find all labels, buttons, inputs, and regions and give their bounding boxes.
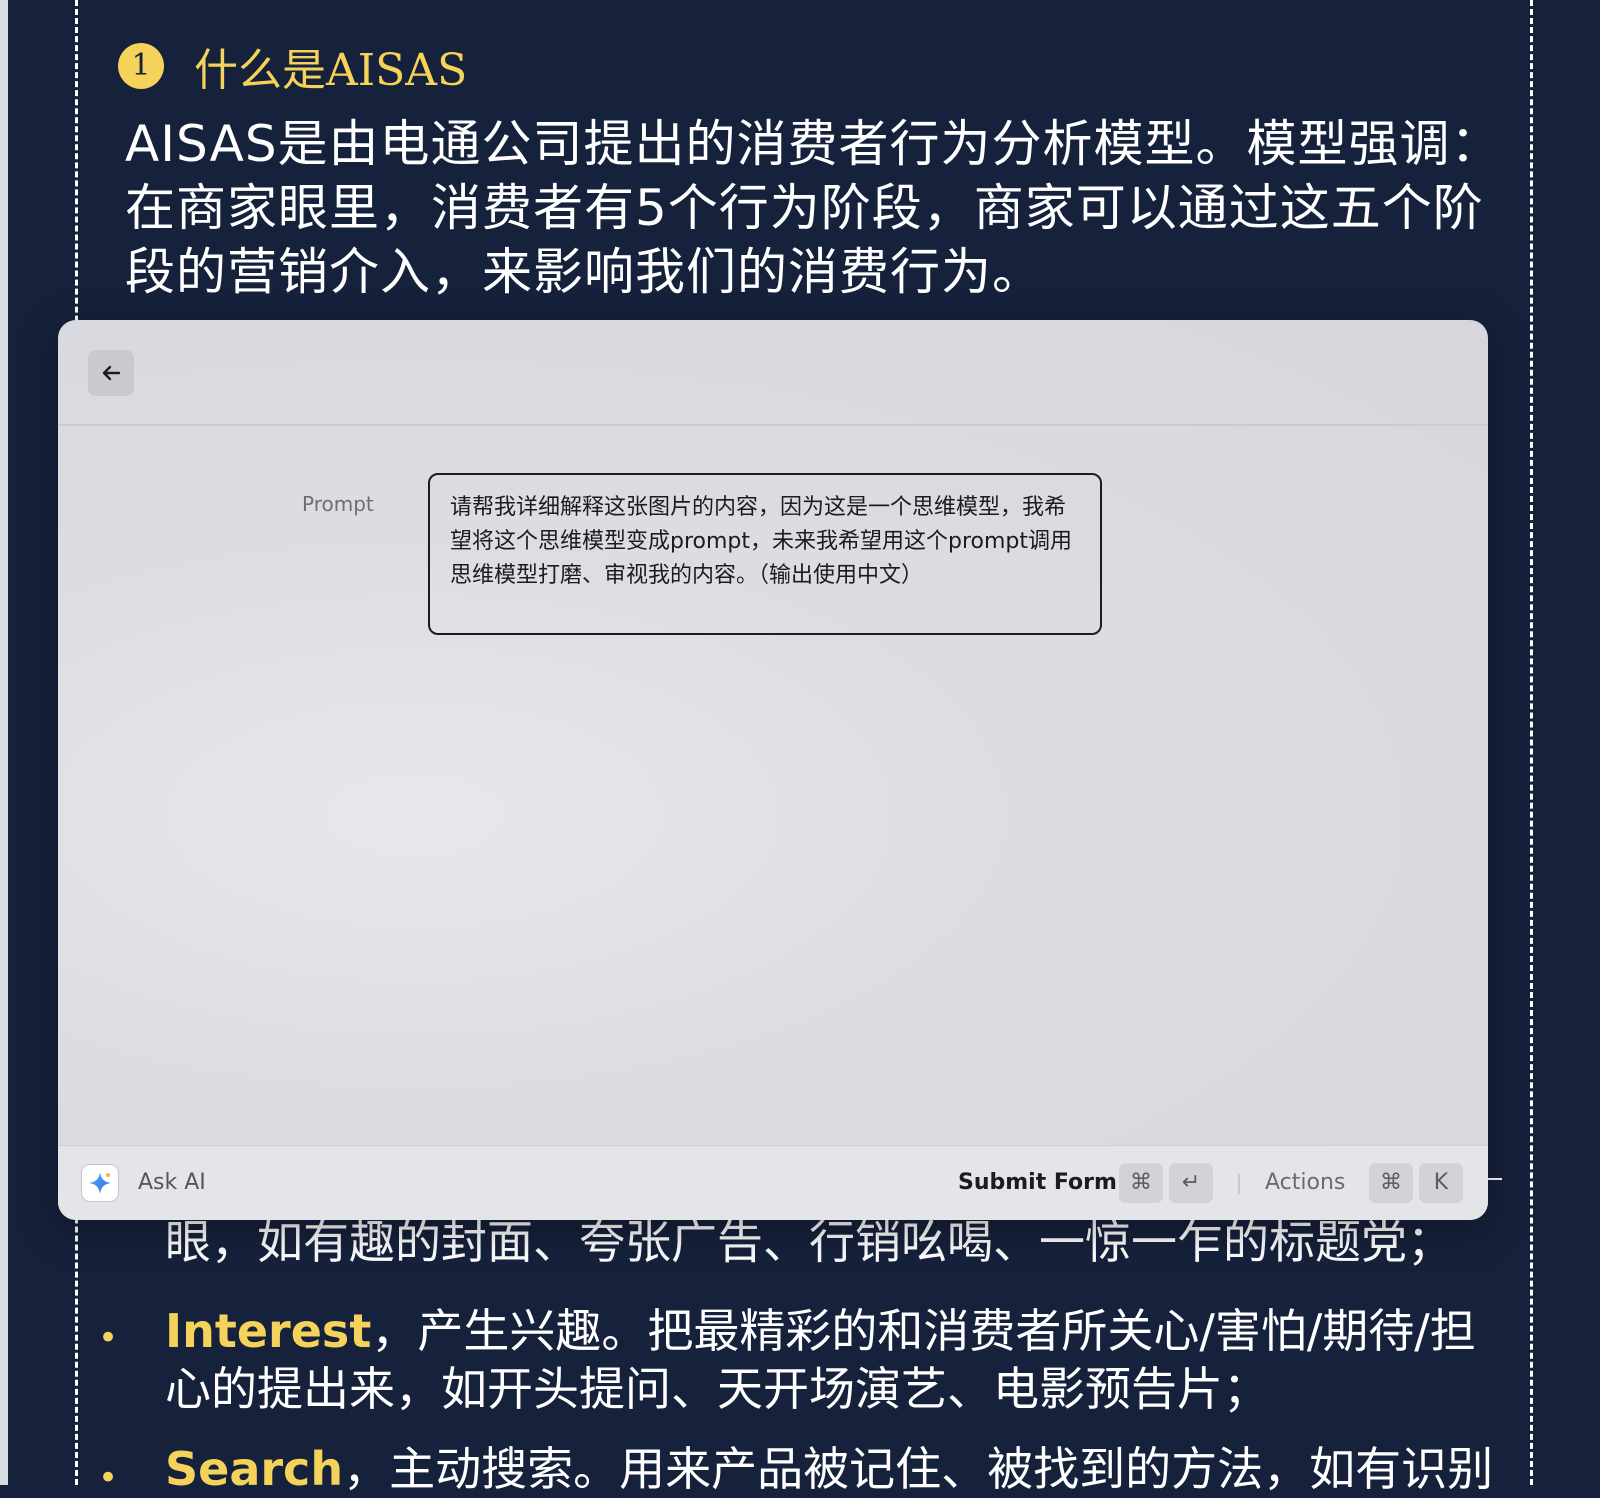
ask-ai-button[interactable]: [81, 1164, 119, 1202]
prompt-textarea[interactable]: 请帮我详细解释这张图片的内容，因为这是一个思维模型，我希望将这个思维模型变成pr…: [428, 473, 1102, 635]
bullet-keyword: Interest: [165, 1304, 372, 1358]
launcher-window: Prompt 请帮我详细解释这张图片的内容，因为这是一个思维模型，我希望将这个思…: [58, 320, 1488, 1220]
section-title: 什么是AISAS: [194, 45, 468, 96]
border-tick: [1486, 1178, 1502, 1180]
ask-ai-label[interactable]: Ask AI: [138, 1170, 206, 1195]
dashed-border-right: [1530, 0, 1533, 1485]
bullet-body: ，主动搜索。用来产品被记住、被找到的方法，如有识别: [343, 1442, 1494, 1496]
window-footer: Ask AI Submit Form ⌘ ↵ Actions ⌘ K: [58, 1145, 1488, 1220]
left-edge-strip: [0, 0, 8, 1485]
section-heading: 1 什么是AISAS: [118, 34, 467, 98]
submit-form-button[interactable]: Submit Form: [958, 1170, 1117, 1195]
back-button[interactable]: [88, 350, 134, 396]
bullet-interest: Interest，产生兴趣。把最精彩的和消费者所关心/害怕/期待/担心的提出来，…: [165, 1302, 1505, 1418]
actions-button[interactable]: Actions: [1265, 1170, 1345, 1195]
intro-paragraph: AISAS是由电通公司提出的消费者行为分析模型。模型强调：在商家眼里，消费者有5…: [125, 115, 1502, 301]
bullet-search: Search，主动搜索。用来产品被记住、被找到的方法，如有识别: [165, 1440, 1505, 1498]
bullet-dot: •: [98, 1458, 119, 1498]
section-number-badge: 1: [118, 43, 164, 89]
bullet-dot: •: [98, 1318, 119, 1358]
return-key-icon: ↵: [1169, 1163, 1213, 1203]
bullet-keyword: Search: [165, 1442, 344, 1496]
footer-separator: [1238, 1174, 1240, 1194]
sparkle-icon: [89, 1172, 111, 1194]
arrow-left-icon: [102, 365, 121, 381]
window-header: [58, 320, 1488, 426]
k-key-icon: K: [1419, 1163, 1463, 1203]
prompt-label: Prompt: [302, 492, 374, 516]
cmd-key-icon: ⌘: [1369, 1163, 1413, 1203]
cmd-key-icon: ⌘: [1119, 1163, 1163, 1203]
